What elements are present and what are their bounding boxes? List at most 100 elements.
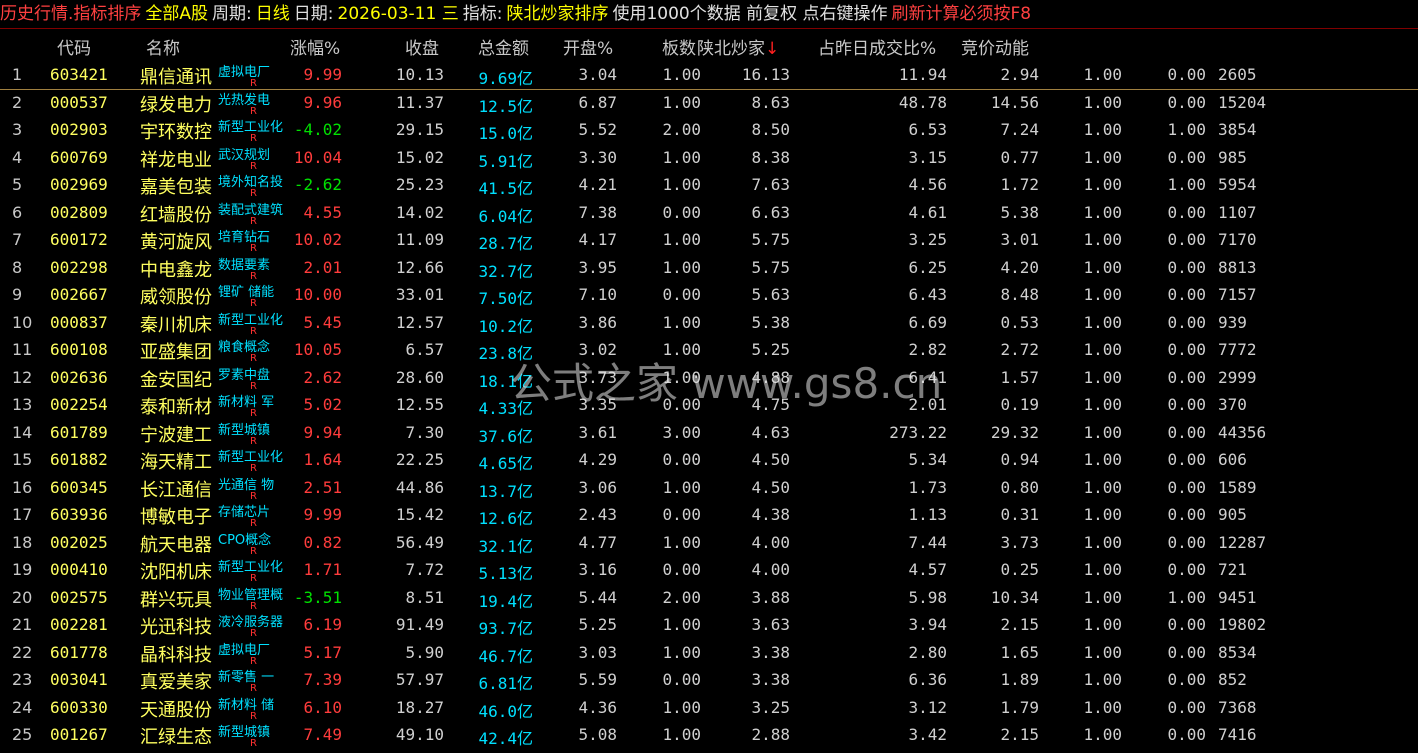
boards: 1.00 (662, 65, 701, 84)
table-row[interactable]: 6002809红墙股份装配式建筑4.5514.026.04亿7.380.006.… (0, 199, 1418, 227)
table-row[interactable]: 18002025航天电器CPO概念0.8256.4932.1亿4.771.004… (0, 529, 1418, 557)
volume-ratio: 11.94 (899, 65, 947, 84)
stock-name: 红墙股份 (140, 201, 212, 227)
margin-trading-mark: R (250, 573, 257, 584)
table-row[interactable]: 7600172黄河旋风培育钻石10.0211.0928.7亿4.171.005.… (0, 226, 1418, 254)
stock-name: 亚盛集团 (140, 338, 212, 364)
col-code[interactable]: 代码 (57, 34, 91, 59)
table-row[interactable]: 24600330天通股份新材料 储6.1018.2746.0亿4.361.003… (0, 694, 1418, 722)
table-row[interactable]: 11600108亚盛集团粮食概念10.056.5723.8亿3.021.005.… (0, 336, 1418, 364)
total-amount: 13.7亿 (478, 478, 533, 502)
table-row[interactable]: 22601778晶科科技虚拟电厂5.175.9046.7亿3.031.003.3… (0, 639, 1418, 667)
sbcj-score: 7.63 (751, 175, 790, 194)
stock-name: 海天精工 (140, 448, 212, 474)
col-ratio[interactable]: 占昨日成交比% (818, 34, 936, 59)
stock-name: 天通股份 (140, 696, 212, 722)
table-row[interactable]: 12002636金安国纪罗素中盘2.6228.6018.1亿3.731.004.… (0, 364, 1418, 392)
boards: 0.00 (662, 560, 701, 579)
row-index: 16 (12, 478, 32, 497)
col-boards[interactable]: 板数 (662, 34, 696, 59)
stock-name: 长江通信 (140, 476, 212, 502)
table-row[interactable]: 4600769祥龙电业武汉规划10.0415.025.91亿3.301.008.… (0, 144, 1418, 172)
col-sbcj[interactable]: 陕北炒家↓ (697, 34, 779, 59)
open-pct: 7.10 (578, 285, 617, 304)
auction-momentum: 2.94 (1000, 65, 1039, 84)
table-row[interactable]: 14601789宁波建工新型城镇9.947.3037.6亿3.613.004.6… (0, 419, 1418, 447)
total-amount: 6.81亿 (478, 670, 533, 694)
row-index: 20 (12, 588, 32, 607)
col-auction[interactable]: 竞价动能 (961, 34, 1029, 59)
table-row[interactable]: 23003041真爱美家新零售 一7.3957.976.81亿5.590.003… (0, 666, 1418, 694)
row-index: 9 (12, 285, 22, 304)
open-pct: 3.04 (578, 65, 617, 84)
concept-tag: 虚拟电厂 (218, 639, 270, 658)
change-pct: 5.45 (303, 313, 342, 332)
stock-code: 600172 (50, 230, 108, 249)
change-pct: 9.96 (303, 93, 342, 112)
boards: 3.00 (662, 423, 701, 442)
table-row[interactable]: 20002575群兴玩具物业管理概-3.518.5119.4亿5.442.003… (0, 584, 1418, 612)
col-close[interactable]: 收盘 (405, 34, 439, 59)
title-segment: 使用1000个数据 前复权 点右键操作 (612, 4, 887, 24)
total-amount: 6.04亿 (478, 203, 533, 227)
close-price: 44.86 (396, 478, 444, 497)
table-row[interactable]: 3002903宇环数控新型工业化-4.0229.1515.0亿5.522.008… (0, 116, 1418, 144)
sbcj-score: 4.38 (751, 505, 790, 524)
open-pct: 3.95 (578, 258, 617, 277)
boards: 1.00 (662, 230, 701, 249)
extra-col-1: 1.00 (1083, 203, 1122, 222)
col-open[interactable]: 开盘% (563, 34, 613, 59)
total-amount: 10.2亿 (478, 313, 533, 337)
change-pct: 9.99 (303, 65, 342, 84)
auction-momentum: 2.15 (1000, 725, 1039, 744)
extra-col-1: 1.00 (1083, 588, 1122, 607)
col-amount[interactable]: 总金额 (478, 34, 529, 59)
change-pct: 7.49 (303, 725, 342, 744)
extra-col-1: 1.00 (1083, 698, 1122, 717)
table-row[interactable]: 25001267汇绿生态新型城镇7.4949.1042.4亿5.081.002.… (0, 721, 1418, 749)
stock-name: 群兴玩具 (140, 586, 212, 612)
row-index: 11 (12, 340, 32, 359)
col-name[interactable]: 名称 (146, 34, 180, 59)
row-index: 18 (12, 533, 32, 552)
table-row[interactable]: 10000837秦川机床新型工业化5.4512.5710.2亿3.861.005… (0, 309, 1418, 337)
table-row[interactable]: 2000537绿发电力光热发电9.9611.3712.5亿6.871.008.6… (0, 89, 1418, 117)
extra-col-3: 1589 (1218, 478, 1257, 497)
open-pct: 6.87 (578, 93, 617, 112)
close-price: 33.01 (396, 285, 444, 304)
stock-name: 汇绿生态 (140, 723, 212, 749)
stock-code: 002809 (50, 203, 108, 222)
row-index: 3 (12, 120, 22, 139)
table-row[interactable]: 8002298中电鑫龙数据要素2.0112.6632.7亿3.951.005.7… (0, 254, 1418, 282)
title-segment: 周期: (212, 4, 252, 24)
table-row[interactable]: 17603936博敏电子存储芯片9.9915.4212.6亿2.430.004.… (0, 501, 1418, 529)
concept-tag: 光热发电 (218, 89, 270, 108)
boards: 1.00 (662, 478, 701, 497)
table-row[interactable]: 13002254泰和新材新材料 军5.0212.554.33亿3.350.004… (0, 391, 1418, 419)
extra-col-2: 0.00 (1167, 340, 1206, 359)
table-row[interactable]: 1603421鼎信通讯虚拟电厂9.9910.139.69亿3.041.0016.… (0, 61, 1418, 90)
col-change[interactable]: 涨幅% (290, 34, 340, 59)
stock-code: 600345 (50, 478, 108, 497)
stock-code: 002281 (50, 615, 108, 634)
extra-col-3: 606 (1218, 450, 1247, 469)
close-price: 7.30 (405, 423, 444, 442)
extra-col-3: 1107 (1218, 203, 1257, 222)
row-index: 8 (12, 258, 22, 277)
stock-code: 002298 (50, 258, 108, 277)
stock-name: 沈阳机床 (140, 558, 212, 584)
sbcj-score: 3.38 (751, 670, 790, 689)
stock-code: 600769 (50, 148, 108, 167)
table-row[interactable]: 19000410沈阳机床新型工业化1.717.725.13亿3.160.004.… (0, 556, 1418, 584)
volume-ratio: 6.36 (908, 670, 947, 689)
table-row[interactable]: 9002667威领股份锂矿 储能10.0033.017.50亿7.100.005… (0, 281, 1418, 309)
volume-ratio: 3.94 (908, 615, 947, 634)
stock-code: 002025 (50, 533, 108, 552)
extra-col-2: 0.00 (1167, 313, 1206, 332)
table-row[interactable]: 15601882海天精工新型工业化1.6422.254.65亿4.290.004… (0, 446, 1418, 474)
boards: 2.00 (662, 120, 701, 139)
table-row[interactable]: 21002281光迅科技液冷服务器6.1991.4993.7亿5.251.003… (0, 611, 1418, 639)
extra-col-1: 1.00 (1083, 120, 1122, 139)
table-row[interactable]: 5002969嘉美包装境外知名投-2.6225.2341.5亿4.211.007… (0, 171, 1418, 199)
table-row[interactable]: 16600345长江通信光通信 物2.5144.8613.7亿3.061.004… (0, 474, 1418, 502)
